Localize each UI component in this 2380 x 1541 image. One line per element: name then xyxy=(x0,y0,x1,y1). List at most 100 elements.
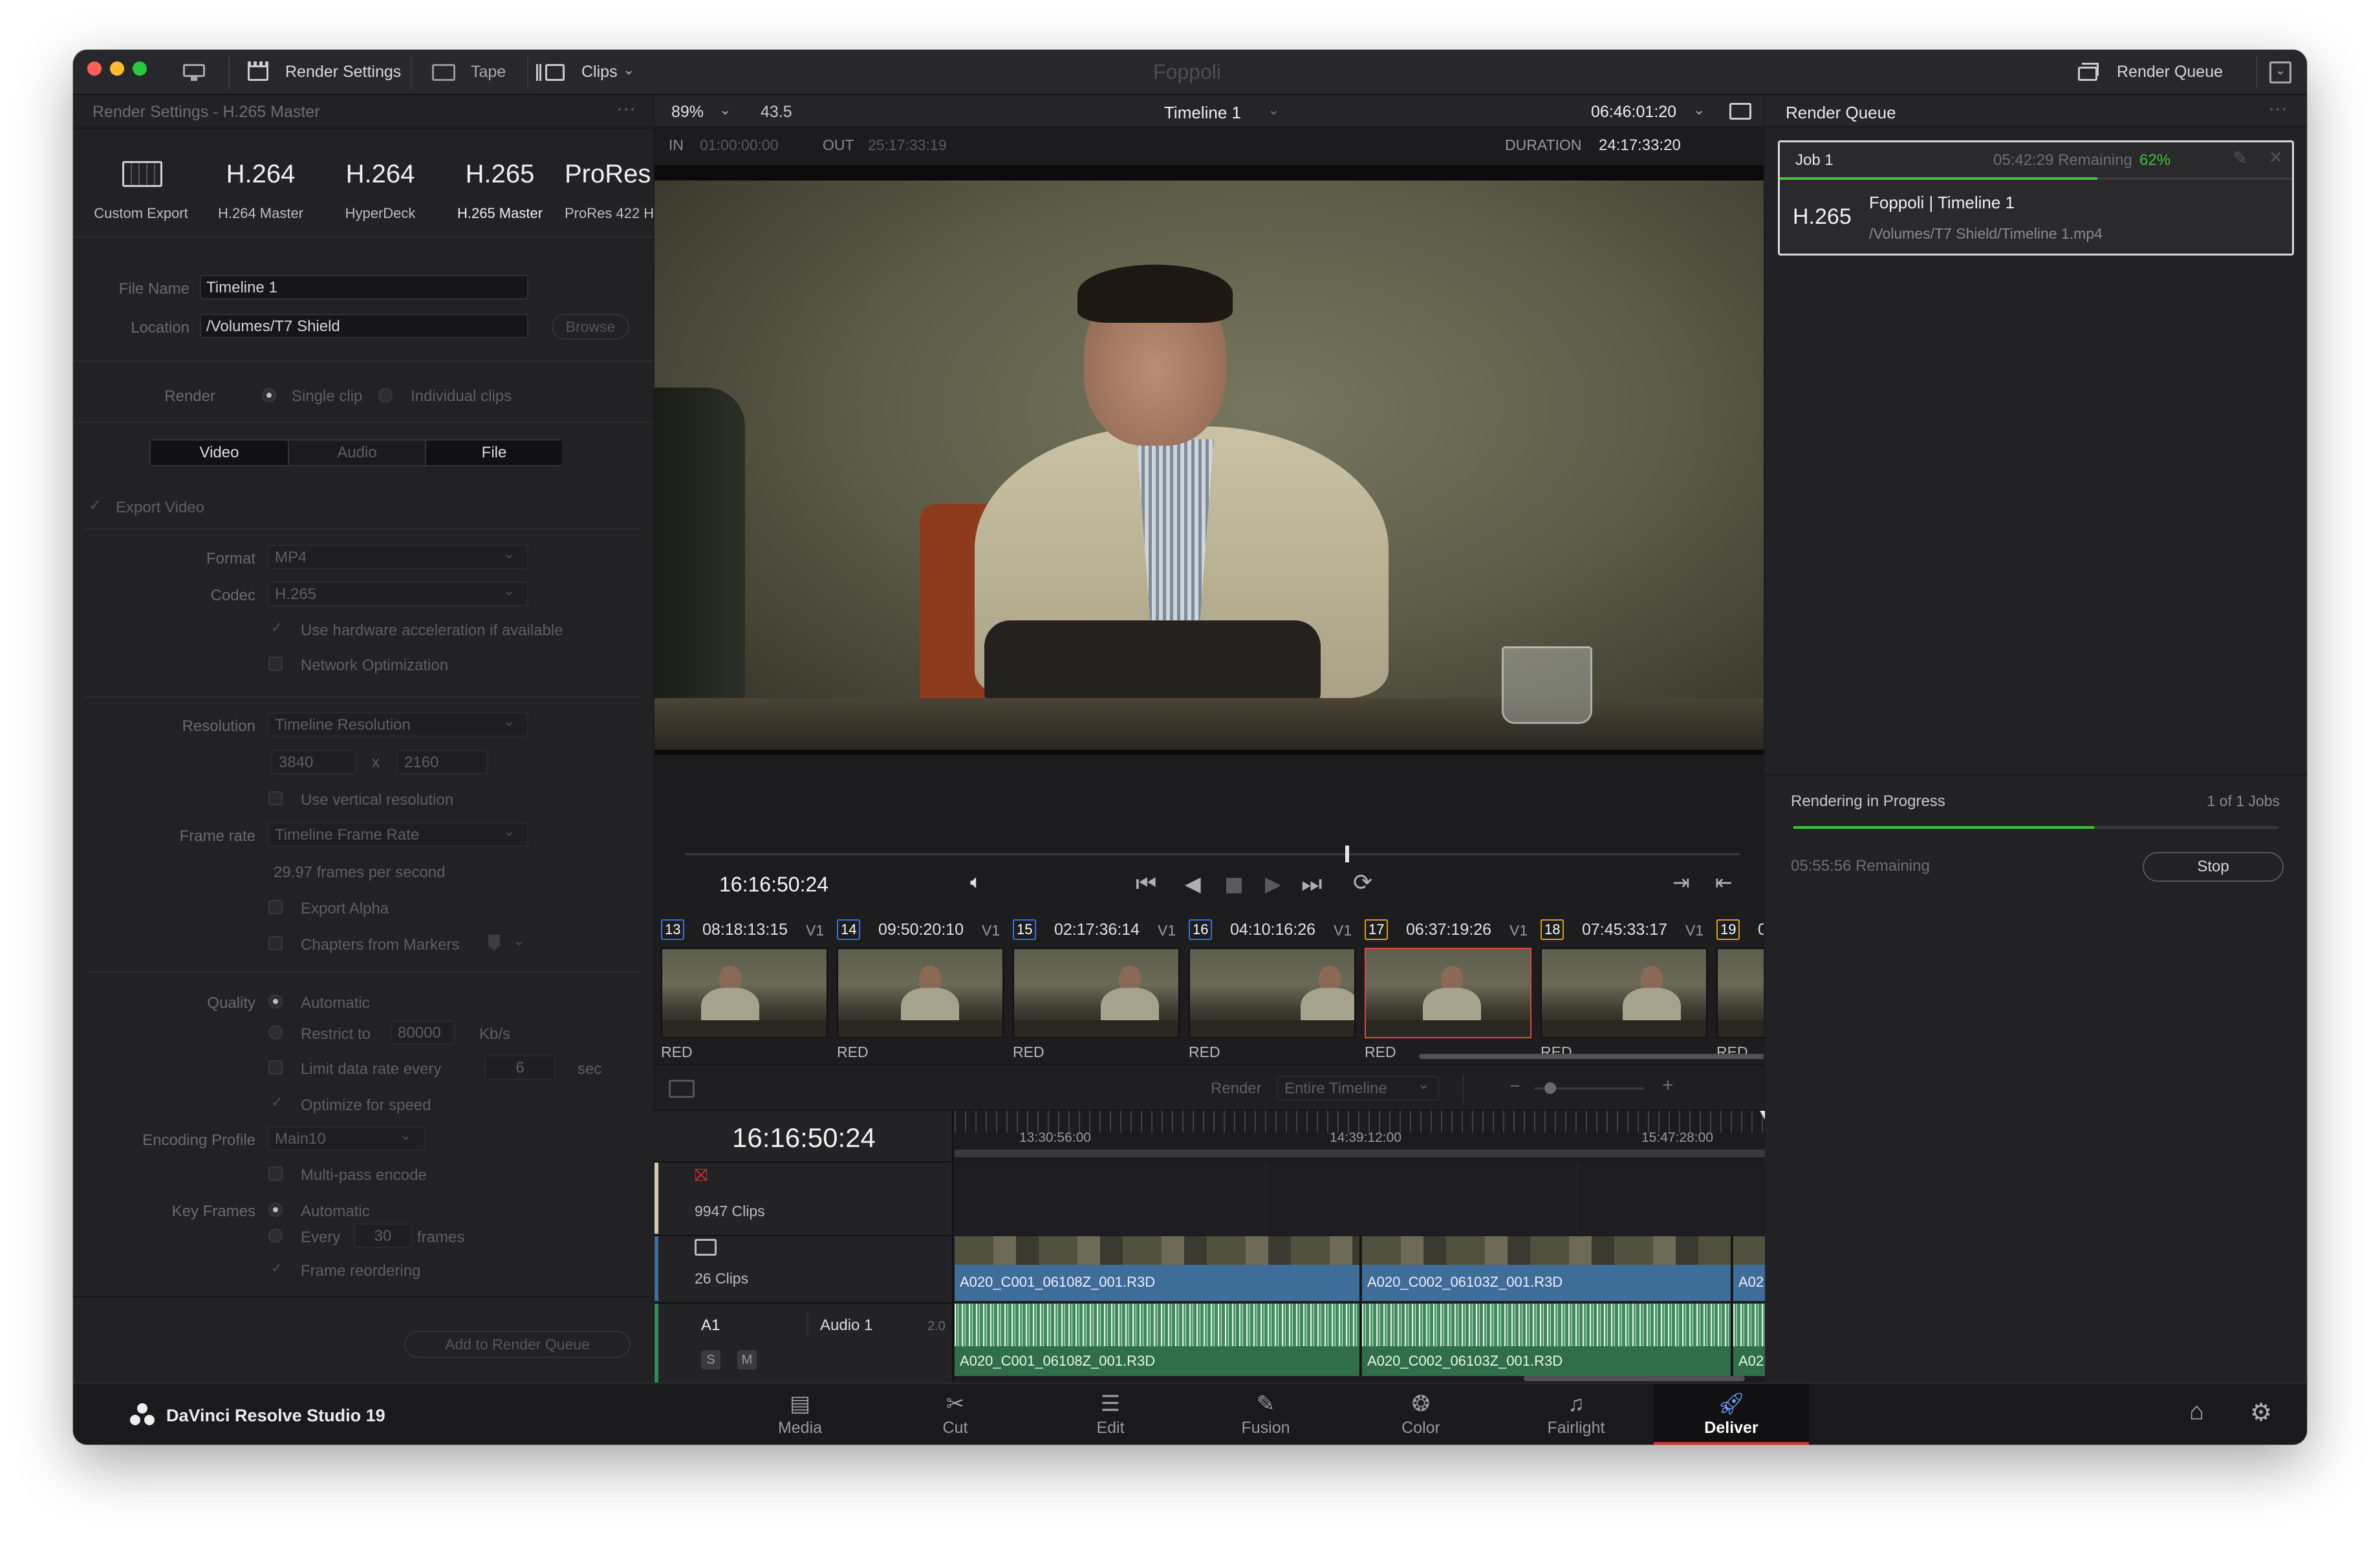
clip-thumbnail-item[interactable]: 13 08:18:13:15 V1 RED xyxy=(661,912,830,1064)
render-settings-icon[interactable] xyxy=(248,61,270,81)
export-alpha-checkbox[interactable] xyxy=(268,900,283,914)
clip-thumbnail-item[interactable]: 18 07:45:33:17 V1 RED xyxy=(1541,912,1710,1064)
location-field[interactable]: /Volumes/T7 Shield xyxy=(200,314,528,338)
render-queue-tab[interactable]: Render Queue xyxy=(2117,63,2223,82)
clip-thumbnail[interactable] xyxy=(1013,948,1180,1038)
file-name-field[interactable]: Timeline 1 xyxy=(200,275,528,300)
mark-in-icon[interactable]: ⇥ xyxy=(1672,870,1690,895)
mark-out-icon[interactable]: ⇤ xyxy=(1715,870,1733,895)
out-timecode[interactable]: 25:17:33:19 xyxy=(868,137,947,154)
clip-thumbnail[interactable] xyxy=(1541,948,1707,1038)
close-window-button[interactable] xyxy=(87,61,102,76)
panel-options-icon[interactable]: ··· xyxy=(616,98,636,120)
clip-thumbnail[interactable] xyxy=(1189,948,1356,1038)
preset-h264-master[interactable]: H.264 H.264 Master xyxy=(202,140,319,224)
clip-thumbnail[interactable] xyxy=(1716,948,1764,1038)
nav-cut[interactable]: ✂ Cut xyxy=(878,1389,1033,1437)
clips-scrollbar[interactable] xyxy=(1419,1054,1764,1059)
frame-reorder-check-icon[interactable]: ✓ xyxy=(271,1260,283,1276)
render-settings-tab[interactable]: Render Settings xyxy=(285,63,401,82)
codec-select[interactable]: H.265 xyxy=(267,582,528,606)
kf-automatic-radio[interactable] xyxy=(268,1203,283,1217)
play-icon[interactable]: ▶ xyxy=(1265,871,1281,896)
nav-media[interactable]: ▤ Media xyxy=(722,1389,878,1437)
video-viewer[interactable] xyxy=(654,165,1764,755)
limit-rate-checkbox[interactable] xyxy=(268,1060,283,1075)
viewer-playhead[interactable] xyxy=(1345,846,1349,862)
audio-clip[interactable]: A020_C001_06108Z_001.R3D xyxy=(955,1304,1361,1376)
clip-thumbnail-item[interactable]: 17 06:37:19:26 V1 RED xyxy=(1365,912,1534,1064)
quality-automatic-radio[interactable] xyxy=(268,994,283,1009)
monitor-icon[interactable] xyxy=(183,64,205,81)
chevron-down-icon[interactable]: ⌄ xyxy=(719,102,731,118)
zoom-in-icon[interactable]: + xyxy=(1662,1075,1674,1097)
fullscreen-toggle-icon[interactable]: ⌄ xyxy=(2269,61,2291,83)
timeline-hscroll[interactable] xyxy=(1524,1376,1745,1381)
nav-deliver[interactable]: 🚀︎ Deliver xyxy=(1654,1384,1809,1445)
nav-fusion[interactable]: ✎ Fusion xyxy=(1188,1389,1343,1437)
zoom-window-button[interactable] xyxy=(133,61,147,76)
chevron-down-icon[interactable]: ⌄ xyxy=(1693,102,1705,118)
width-field[interactable]: 3840 xyxy=(271,750,356,774)
tape-tab[interactable]: Tape xyxy=(471,63,506,82)
vertical-res-checkbox[interactable] xyxy=(268,791,283,805)
film-track-icon[interactable] xyxy=(695,1239,717,1256)
video-clip[interactable]: A020_C002_06103Z_001.R3D xyxy=(1362,1236,1732,1301)
edit-job-icon[interactable]: ✎ xyxy=(2233,148,2247,169)
export-video-check-icon[interactable]: ✓ xyxy=(89,496,102,515)
a1-name[interactable]: Audio 1 xyxy=(820,1317,872,1335)
clip-thumbnail-item[interactable]: 16 04:10:16:26 V1 RED xyxy=(1189,912,1358,1064)
kf-every-radio[interactable] xyxy=(268,1229,283,1243)
in-timecode[interactable]: 01:00:00:00 xyxy=(700,137,779,154)
clip-thumbnail-item[interactable]: 1908:00:58:13V1RED xyxy=(1716,912,1764,1064)
preset-h265-master[interactable]: H.265 H.265 Master xyxy=(442,140,558,224)
marker-icon[interactable] xyxy=(488,935,500,950)
nav-color[interactable]: ❂ Color xyxy=(1343,1389,1498,1437)
chevron-down-icon[interactable]: ⌄ xyxy=(1268,102,1279,118)
jump-to-end-icon[interactable]: ⏭ xyxy=(1301,870,1322,898)
network-opt-checkbox[interactable] xyxy=(268,657,283,671)
render-range-select[interactable]: Entire Timeline xyxy=(1277,1076,1440,1100)
clip-thumbnail[interactable] xyxy=(837,948,1004,1038)
chapters-checkbox[interactable] xyxy=(268,936,283,950)
tab-video[interactable]: Video xyxy=(151,441,288,465)
render-queue-icon[interactable] xyxy=(2078,63,2100,82)
clip-thumbnail[interactable] xyxy=(1365,948,1531,1038)
clips-icon[interactable] xyxy=(536,63,571,82)
nav-edit[interactable]: ☰ Edit xyxy=(1033,1389,1188,1437)
timeline-options-icon[interactable] xyxy=(669,1080,695,1098)
jump-to-start-icon[interactable]: ⏮ xyxy=(1136,870,1156,898)
loop-icon[interactable]: ⟳ xyxy=(1353,869,1372,896)
individual-clips-radio[interactable] xyxy=(378,388,393,402)
preset-prores-422[interactable]: ProRes ProRes 422 H xyxy=(565,140,653,224)
output-icon[interactable] xyxy=(1729,103,1751,120)
format-select[interactable]: MP4 xyxy=(267,545,528,569)
tab-file[interactable]: File xyxy=(426,441,562,465)
home-icon[interactable]: ⌂ xyxy=(2189,1398,2204,1426)
tab-audio[interactable]: Audio xyxy=(289,441,425,465)
limit-rate-field[interactable]: 6 xyxy=(484,1055,556,1080)
preset-custom-export[interactable]: Custom Export xyxy=(80,140,196,224)
viewer-scrub-bar[interactable] xyxy=(686,853,1740,855)
hw-accel-check-icon[interactable]: ✓ xyxy=(271,619,283,636)
clip-thumbnail-item[interactable]: 14 09:50:20:10 V1 RED xyxy=(837,912,1006,1064)
restrict-field[interactable]: 80000 xyxy=(390,1020,455,1045)
mute-button[interactable]: M xyxy=(737,1350,757,1370)
minimize-window-button[interactable] xyxy=(110,61,124,76)
viewer-timecode[interactable]: 06:46:01:20 xyxy=(1591,103,1676,122)
track-disabled-icon[interactable]: ⛝ xyxy=(695,1165,708,1186)
zoom-slider-handle[interactable] xyxy=(1544,1082,1556,1094)
tape-icon[interactable] xyxy=(432,64,455,81)
zoom-out-icon[interactable]: − xyxy=(1509,1076,1520,1097)
preset-hyperdeck[interactable]: H.264 HyperDeck xyxy=(322,140,438,224)
optimize-speed-check-icon[interactable]: ✓ xyxy=(271,1094,283,1111)
clip-thumbnail[interactable] xyxy=(661,948,828,1038)
zoom-level[interactable]: 89% xyxy=(671,103,704,122)
job-card[interactable]: Job 1 05:42:29 Remaining 62% ✎ ✕ H.265 F… xyxy=(1778,140,2294,256)
chevron-down-icon[interactable]: ⌄ xyxy=(623,61,634,78)
frame-rate-select[interactable]: Timeline Frame Rate xyxy=(267,822,528,847)
video-clip[interactable]: A020_C001_06108Z_001.R3D xyxy=(955,1236,1361,1301)
volume-icon[interactable]: 🔈︎ xyxy=(970,871,982,893)
clips-tab[interactable]: Clips xyxy=(581,63,618,82)
kf-every-field[interactable]: 30 xyxy=(354,1223,412,1248)
